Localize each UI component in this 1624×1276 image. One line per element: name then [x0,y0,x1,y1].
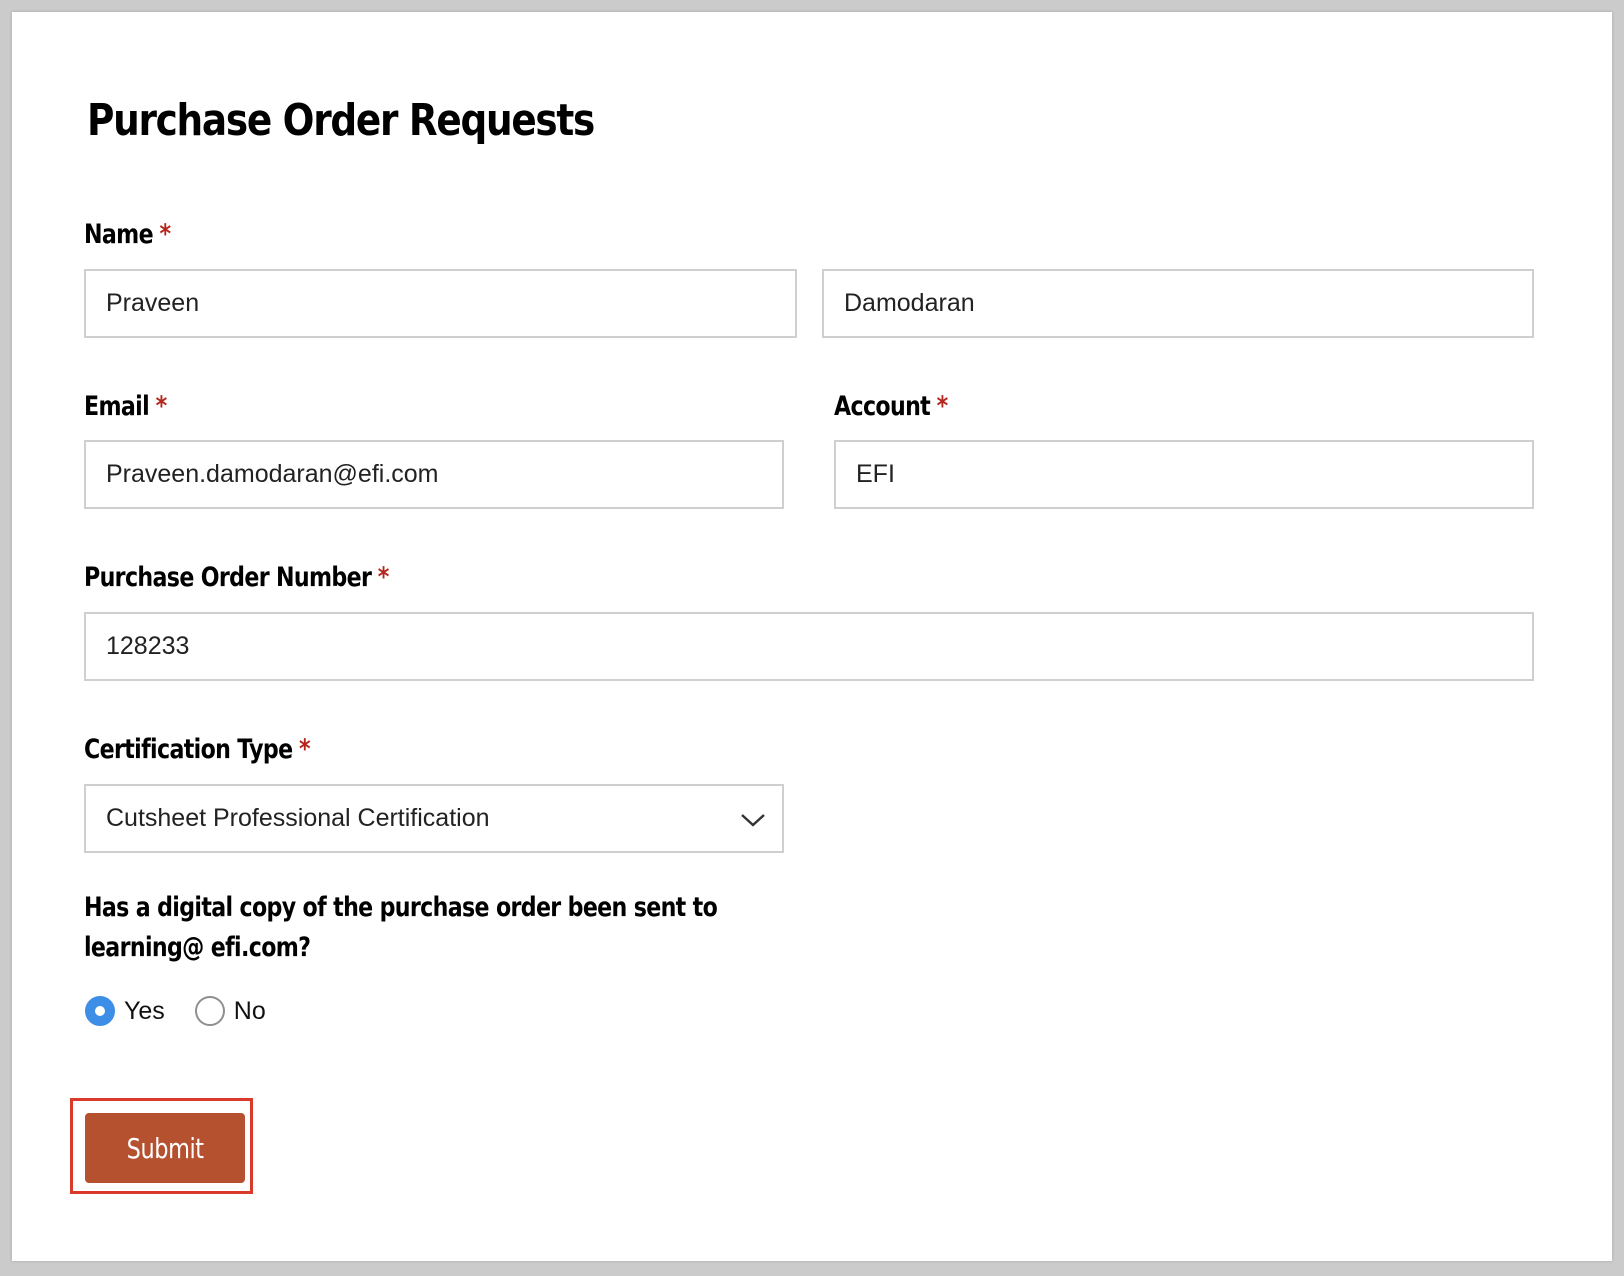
account-input[interactable]: EFI [834,440,1534,509]
form-card: Purchase Order Requests Name * Praveen Da… [12,12,1612,1261]
required-marker: * [936,391,949,422]
name-label: Name * [84,219,171,250]
last-name-input[interactable]: Damodaran [822,269,1534,338]
radio-yes[interactable] [85,996,115,1026]
email-label: Email * [84,391,168,422]
radio-option-no[interactable]: No [194,996,266,1026]
radio-no-label: No [233,996,266,1025]
certification-type-label: Certification Type * [84,734,311,765]
required-marker: * [377,562,390,593]
digital-copy-question: Has a digital copy of the purchase order… [84,892,718,963]
radio-no[interactable] [194,996,225,1026]
digital-copy-radio-group: Yes No [85,993,296,1029]
required-marker: * [159,219,171,250]
account-label: Account * [834,391,949,422]
radio-option-yes[interactable]: Yes [85,996,165,1026]
certification-type-select[interactable]: Cutsheet Professional Certification [84,784,784,853]
email-input[interactable]: Praveen.damodaran@efi.com [84,440,784,509]
submit-button[interactable]: Submit [85,1113,245,1183]
radio-yes-label: Yes [124,996,165,1025]
required-marker: * [155,391,168,422]
chevron-down-icon [741,814,765,827]
required-marker: * [299,734,311,765]
page-title: Purchase Order Requests [87,95,595,146]
first-name-input[interactable]: Praveen [84,269,797,338]
po-number-label: Purchase Order Number * [84,562,390,593]
po-number-input[interactable]: 128233 [84,612,1534,681]
